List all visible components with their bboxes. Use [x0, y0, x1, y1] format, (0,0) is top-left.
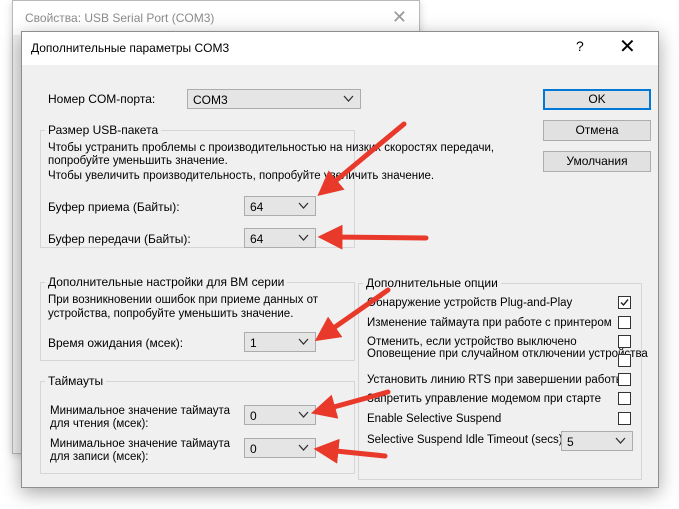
- chevron-down-icon: [298, 444, 309, 451]
- write-timeout-label-2: для записи (мсек):: [50, 451, 149, 463]
- usb-packet-text-1: Чтобы устранить проблемы с производитель…: [48, 142, 495, 154]
- checkmark-icon: [620, 299, 629, 307]
- checkbox-plug-and-play[interactable]: [618, 296, 631, 309]
- receive-buffer-select[interactable]: 64: [244, 196, 316, 216]
- options-group-title: Дополнительные опции: [363, 276, 501, 290]
- dialog-titlebar: Дополнительные параметры COM3 ? ✕: [22, 32, 658, 65]
- transmit-buffer-value: 64: [250, 232, 264, 246]
- background-close-icon[interactable]: ✕: [392, 7, 407, 28]
- read-timeout-label-2: для чтения (мсек):: [50, 418, 149, 430]
- advanced-settings-dialog: Дополнительные параметры COM3 ? ✕ Номер …: [21, 31, 659, 488]
- help-icon[interactable]: ?: [576, 38, 584, 54]
- read-timeout-select[interactable]: 0: [244, 405, 316, 425]
- option-label-set-rts: Установить линию RTS при завершении рабо…: [367, 374, 625, 386]
- defaults-button[interactable]: Умолчания: [543, 151, 651, 172]
- option-label-printer-timeout: Изменение таймаута при работе с принтеро…: [367, 317, 612, 329]
- usb-packet-group-title: Размер USB-пакета: [45, 123, 162, 137]
- checkbox-cancel-if-off[interactable]: [618, 335, 631, 348]
- cancel-button[interactable]: Отмена: [543, 120, 651, 141]
- option-label-plug-and-play: Обнаружение устройств Plug-and-Play: [367, 297, 573, 309]
- checkbox-set-rts[interactable]: [618, 373, 631, 386]
- idle-timeout-value: 5: [567, 435, 574, 449]
- chevron-down-icon: [298, 234, 309, 241]
- dialog-title: Дополнительные параметры COM3: [31, 41, 230, 55]
- bm-settings-group-title: Дополнительные настройки для BM серии: [45, 275, 288, 289]
- transmit-buffer-select[interactable]: 64: [244, 228, 316, 248]
- com-port-select[interactable]: COM3: [187, 89, 361, 109]
- read-timeout-value: 0: [250, 409, 257, 423]
- option-label-cancel-if-off: Отменить, если устройство выключено: [367, 336, 577, 348]
- receive-buffer-value: 64: [250, 200, 264, 214]
- option-label-disable-modem-ctrl: Запретить управление модемом при старте: [367, 393, 601, 405]
- latency-select[interactable]: 1: [244, 332, 316, 352]
- write-timeout-value: 0: [250, 442, 257, 456]
- read-timeout-label-1: Минимальное значение таймаута: [50, 405, 231, 417]
- checkbox-selective-suspend[interactable]: [618, 412, 631, 425]
- chevron-down-icon: [615, 437, 626, 444]
- chevron-down-icon: [343, 95, 354, 102]
- receive-buffer-label: Буфер приема (Байты):: [48, 200, 180, 214]
- option-label-selective-suspend: Enable Selective Suspend: [367, 413, 502, 425]
- usb-packet-text-3: Чтобы увеличить производительность, попр…: [48, 170, 435, 182]
- transmit-buffer-label: Буфер передачи (Байты):: [48, 232, 191, 246]
- write-timeout-select[interactable]: 0: [244, 438, 316, 458]
- com-port-label: Номер COM-порта:: [48, 92, 156, 106]
- latency-value: 1: [250, 336, 257, 350]
- checkbox-printer-timeout[interactable]: [618, 316, 631, 329]
- chevron-down-icon: [298, 411, 309, 418]
- bm-settings-text-1: При возникновении ошибок при приеме данн…: [48, 294, 318, 306]
- background-titlebar: Свойства: USB Serial Port (COM3) ✕: [13, 1, 419, 35]
- idle-timeout-select[interactable]: 5: [561, 431, 633, 451]
- close-icon[interactable]: ✕: [619, 34, 636, 59]
- timeouts-group-title: Таймауты: [45, 374, 107, 388]
- checkbox-surprise-removal[interactable]: [618, 354, 631, 367]
- ok-button[interactable]: OK: [543, 89, 651, 110]
- idle-timeout-label: Selective Suspend Idle Timeout (secs):: [367, 434, 566, 446]
- background-window-title: Свойства: USB Serial Port (COM3): [25, 11, 215, 25]
- bm-settings-text-2: устройства, попробуйте уменьшить значени…: [48, 308, 294, 320]
- latency-label: Время ожидания (мсек):: [48, 336, 184, 350]
- chevron-down-icon: [298, 202, 309, 209]
- checkbox-disable-modem-ctrl[interactable]: [618, 392, 631, 405]
- option-label-surprise-removal: Оповещение при случайном отключении устр…: [367, 348, 648, 360]
- usb-packet-text-2: попробуйте уменьшить значение.: [48, 155, 228, 167]
- chevron-down-icon: [298, 338, 309, 345]
- com-port-value: COM3: [193, 93, 228, 107]
- write-timeout-label-1: Минимальное значение таймаута: [50, 438, 231, 450]
